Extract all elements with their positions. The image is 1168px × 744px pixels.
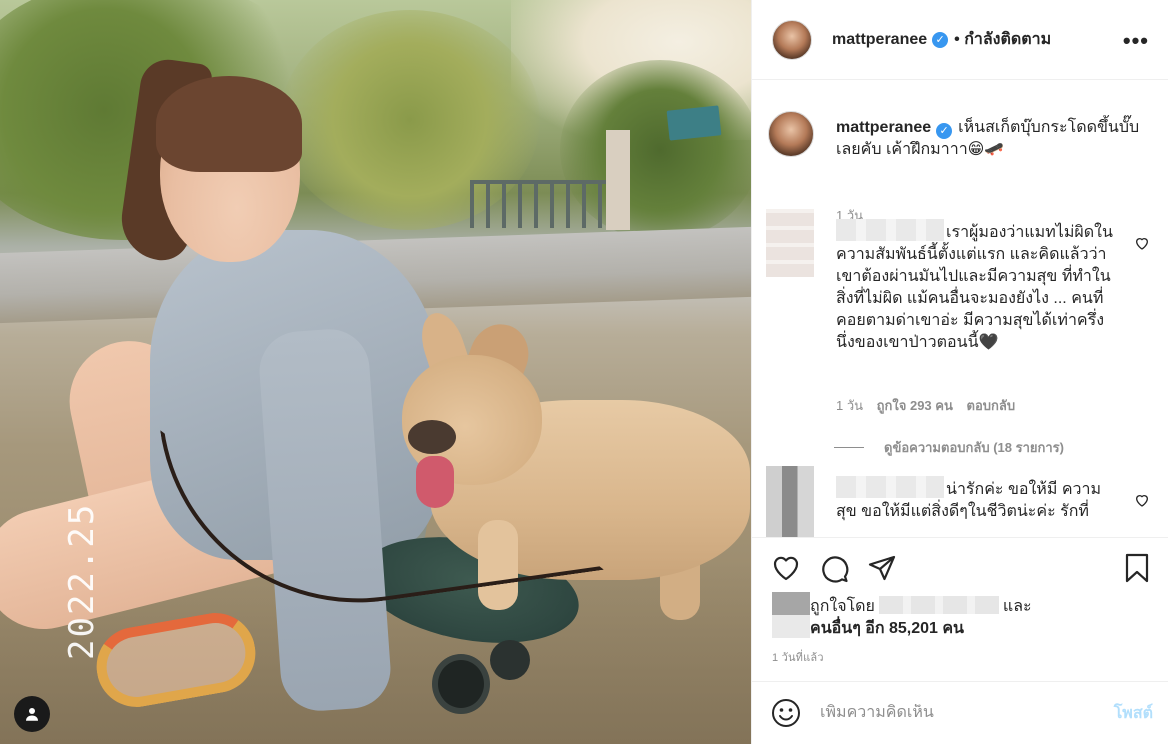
liked-by-prefix: ถูกใจโดย (810, 598, 875, 615)
caption-username[interactable]: mattperanee (836, 119, 931, 136)
save-button[interactable] (1121, 552, 1153, 589)
comments-list[interactable]: mattperanee ✓ เห็นสเก็ตบุ๊บกระโดดขึ้นบั๊บเ… (752, 81, 1168, 537)
comment-input[interactable] (820, 704, 1114, 722)
photo-fence (470, 180, 610, 228)
post-header: mattperanee ✓ • กำลังติดตาม ••• (752, 0, 1168, 80)
reply-button[interactable]: ตอบกลับ (967, 398, 1016, 413)
author-username[interactable]: mattperanee (832, 31, 927, 49)
following-button[interactable]: • กำลังติดตาม (954, 27, 1051, 52)
person-hair (156, 76, 302, 172)
comment-text: เราผู้มองว่าแมทไม่ผิดในความสัมพันธ์นี้ตั… (836, 219, 1116, 354)
comment-body: เราผู้มองว่าแมทไม่ผิดในความสัมพันธ์นี้ตั… (836, 224, 1113, 351)
comment-timestamp[interactable]: 1 วัน (836, 398, 863, 413)
post-comment-button[interactable]: โพสต์ (1114, 701, 1153, 726)
comment-text: น่ารักค่ะ ขอให้มี ความสุข ขอให้มีแต่สิ่ง… (836, 476, 1116, 523)
commenter-username-blurred[interactable] (836, 476, 944, 498)
likes-count-link[interactable]: คนอื่นๆ อีก 85,201 คน (810, 618, 964, 640)
share-icon[interactable] (866, 552, 898, 584)
more-options-icon[interactable]: ••• (1123, 28, 1149, 54)
likers-avatars-blurred[interactable] (772, 592, 810, 638)
comment-like-heart-icon[interactable] (1134, 235, 1150, 251)
post-photo[interactable]: 2022.25 (0, 0, 751, 744)
photo-street-sign (666, 105, 722, 141)
commenter-username-blurred[interactable] (836, 219, 944, 241)
heart-icon[interactable] (770, 552, 802, 584)
comment-like-heart-icon[interactable] (1134, 492, 1150, 508)
liker-username-blurred[interactable] (878, 596, 999, 614)
comment-composer: โพสต์ (752, 681, 1168, 744)
verified-badge-icon: ✓ (936, 123, 953, 139)
action-icons (770, 552, 898, 584)
verified-badge-icon: ✓ (932, 31, 949, 48)
caption-text: mattperanee ✓ เห็นสเก็ตบุ๊บกระโดดขึ้นบั๊บเ… (836, 117, 1146, 161)
photo-gate-post (606, 130, 630, 230)
liked-by-line: ถูกใจโดย และ (810, 596, 1032, 618)
photo-date-stamp: 2022.25 (62, 502, 102, 660)
post-actions: ถูกใจโดย และ คนอื่นๆ อีก 85,201 คน 1 วันท… (752, 537, 1168, 664)
bookmark-icon (1125, 553, 1149, 583)
commenter-avatar-blurred[interactable] (766, 466, 814, 537)
skateboard-wheel (490, 640, 530, 680)
skateboard-wheel (432, 654, 490, 714)
post-timestamp[interactable]: 1 วันที่แล้ว (772, 648, 824, 666)
commenter-avatar-blurred[interactable] (766, 209, 814, 277)
comment-icon[interactable] (818, 552, 850, 584)
emoji-icon[interactable] (770, 697, 802, 729)
comment-likes-count[interactable]: ถูกใจ 293 คน (877, 398, 953, 413)
author-avatar[interactable] (772, 19, 812, 60)
post-side-panel: mattperanee ✓ • กำลังติดตาม ••• mattpera… (751, 0, 1168, 744)
comment-meta: 1 วัน ถูกใจ 293 คน ตอบกลับ (836, 395, 1025, 416)
author-avatar[interactable] (768, 111, 814, 157)
liked-by-suffix: และ (1002, 598, 1032, 615)
user-tag-button[interactable] (14, 696, 50, 732)
user-tag-icon (26, 708, 38, 721)
view-replies-label: ดูข้อความตอบกลับ (18 รายการ) (884, 440, 1064, 455)
replies-divider (834, 447, 864, 448)
view-replies-button[interactable]: ดูข้อความตอบกลับ (18 รายการ) (834, 437, 1064, 458)
